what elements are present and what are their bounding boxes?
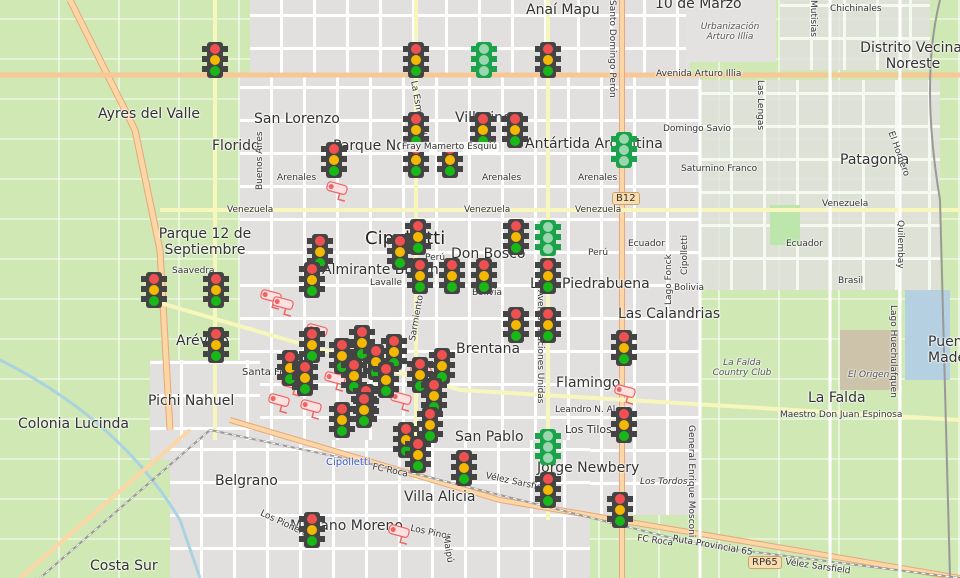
- street-label: Arenales: [482, 173, 521, 183]
- traffic-light-icon[interactable]: [611, 330, 637, 366]
- street-label: Perú: [588, 248, 608, 258]
- place-label: Colonia Lucinda: [18, 416, 129, 432]
- street-label: Arenales: [277, 173, 316, 183]
- street-label: Buenos Aires: [255, 131, 265, 190]
- traffic-light-icon[interactable]: [439, 258, 465, 294]
- place-label: San Pablo: [455, 429, 524, 445]
- traffic-light-icon[interactable]: [502, 112, 528, 148]
- place-label: Puente Madera: [928, 334, 960, 366]
- traffic-light-icon[interactable]: [299, 512, 325, 548]
- street-label: Chichinales: [830, 4, 882, 14]
- traffic-light-icon[interactable]: [471, 258, 497, 294]
- traffic-light-icon[interactable]: [141, 272, 167, 308]
- route-shield-rp65: RP65: [748, 556, 782, 569]
- traffic-light-inactive-icon[interactable]: [535, 429, 561, 465]
- street-label: Ecuador: [628, 239, 665, 249]
- traffic-light-inactive-icon[interactable]: [471, 42, 497, 78]
- station-label: Cipolletti: [326, 457, 371, 468]
- traffic-light-icon[interactable]: [535, 258, 561, 294]
- traffic-light-icon[interactable]: [535, 42, 561, 78]
- street-label: Quilembay: [895, 220, 905, 269]
- street-label: Venezuela: [464, 205, 510, 215]
- traffic-light-icon[interactable]: [535, 307, 561, 343]
- traffic-light-icon[interactable]: [403, 42, 429, 78]
- place-label: Brentana: [456, 341, 520, 357]
- street-label: Venezuela: [227, 205, 273, 215]
- street-label: Saturnino Franco: [681, 164, 757, 174]
- traffic-light-icon[interactable]: [503, 307, 529, 343]
- traffic-light-icon[interactable]: [292, 360, 318, 396]
- street-label: Cipolletti: [680, 235, 690, 275]
- place-label: Anaí Mapu: [526, 2, 600, 18]
- route-shield-b12: B12: [612, 192, 640, 205]
- street-label: Maestro Don Juan Espinosa: [780, 410, 902, 420]
- place-label: Pichi Nahuel: [148, 393, 234, 409]
- traffic-light-icon[interactable]: [611, 407, 637, 443]
- street-label: Mutisias: [808, 0, 818, 37]
- place-label: Las Calandrias: [618, 306, 720, 322]
- traffic-light-inactive-icon[interactable]: [535, 220, 561, 256]
- place-label: Ayres del Valle: [98, 106, 200, 122]
- place-label: Urbanización Arturo Illia: [690, 22, 770, 42]
- street-label: Lago Huechulafquen: [888, 305, 898, 398]
- street-label: Brasil: [838, 276, 863, 286]
- place-label: El Origen: [848, 370, 889, 380]
- place-label: La Falda Country Club: [712, 358, 772, 378]
- street-label: Lavalle: [370, 278, 402, 288]
- traffic-light-inactive-icon[interactable]: [611, 132, 637, 168]
- traffic-light-icon[interactable]: [202, 42, 228, 78]
- place-label: Costa Sur: [90, 558, 158, 574]
- speed-camera-icon[interactable]: [386, 524, 414, 546]
- place-label: Los Tilos: [565, 423, 612, 436]
- street-label: Venezuela: [822, 199, 868, 209]
- place-label: Distrito Vecinal Noreste: [858, 40, 960, 72]
- street-label: General Enrique Mosconi: [686, 425, 696, 537]
- traffic-light-icon[interactable]: [405, 437, 431, 473]
- ruta-provincial-65: [230, 420, 960, 578]
- traffic-light-icon[interactable]: [351, 392, 377, 428]
- street-label: Bolivia: [674, 283, 704, 293]
- traffic-light-icon[interactable]: [407, 258, 433, 294]
- speed-camera-icon[interactable]: [298, 399, 326, 421]
- street-label: Las Lengas: [755, 80, 765, 130]
- traffic-light-icon[interactable]: [607, 492, 633, 528]
- traffic-light-icon[interactable]: [203, 272, 229, 308]
- place-label: Flamingo: [556, 375, 620, 391]
- place-label: Villa Alicia: [404, 489, 476, 505]
- traffic-light-icon[interactable]: [203, 327, 229, 363]
- speed-camera-icon[interactable]: [612, 384, 640, 406]
- street-label: Avenida Arturo Illia: [656, 69, 741, 79]
- street-label: Santo Domingo Perón: [607, 0, 617, 98]
- map-canvas[interactable]: Anaí Mapu 10 de Marzo Chichinales Urbani…: [0, 0, 960, 578]
- street-label: Fray Mamerto Esquiú: [400, 142, 499, 152]
- traffic-light-icon[interactable]: [535, 472, 561, 508]
- place-label: Antártida Argentina: [525, 136, 663, 152]
- traffic-light-icon[interactable]: [321, 142, 347, 178]
- speed-camera-icon[interactable]: [324, 181, 352, 203]
- street-label: Domingo Savio: [663, 124, 731, 134]
- speed-camera-icon[interactable]: [266, 393, 294, 415]
- speed-camera-icon[interactable]: [270, 296, 298, 318]
- traffic-light-icon[interactable]: [299, 262, 325, 298]
- place-label: Parque 12 de Septiembre: [155, 226, 255, 258]
- place-label: Florido: [212, 138, 260, 154]
- street-label: Venezuela: [575, 205, 621, 215]
- traffic-light-icon[interactable]: [503, 219, 529, 255]
- street-label: Arenales: [578, 173, 617, 183]
- traffic-light-icon[interactable]: [451, 450, 477, 486]
- place-label: Belgrano: [215, 473, 278, 489]
- place-label: 10 de Marzo: [655, 0, 742, 12]
- street-label: Ecuador: [786, 239, 823, 249]
- street-label: Lago Fonck: [664, 254, 674, 305]
- main-road-ruta22: [70, 0, 170, 430]
- place-label: Los Tordos: [640, 477, 688, 487]
- place-label: La Falda: [808, 390, 866, 406]
- place-label: San Lorenzo: [254, 111, 340, 127]
